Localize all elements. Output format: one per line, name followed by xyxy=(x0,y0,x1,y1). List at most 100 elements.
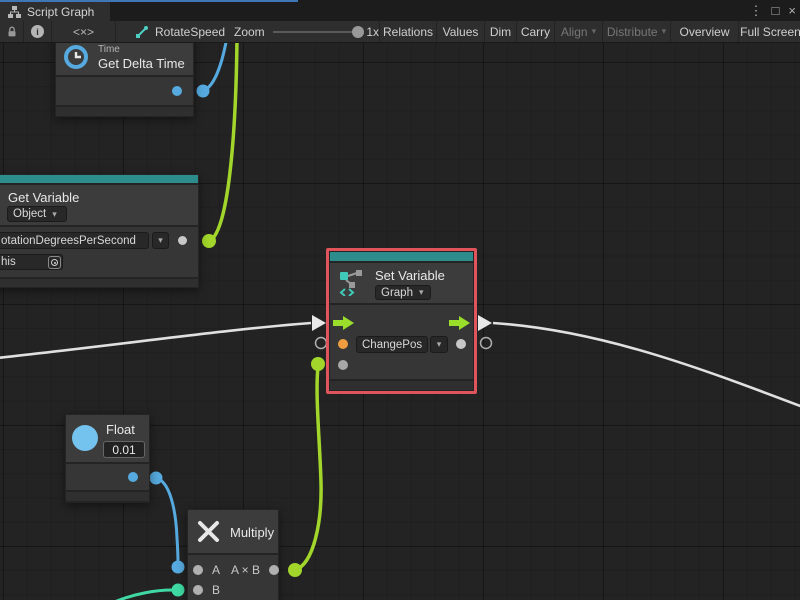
dim-label: Dim xyxy=(490,25,511,39)
variable-name-dropdown-button[interactable]: ▾ xyxy=(430,336,448,353)
value-output-port[interactable] xyxy=(178,236,187,245)
window-close-icon[interactable]: × xyxy=(788,3,796,18)
value-input-port[interactable] xyxy=(338,360,348,370)
variable-scope-dropdown[interactable]: Graph ▾ xyxy=(375,285,431,300)
wire-endpoint-dot[interactable] xyxy=(202,234,216,248)
graph-asset-icon xyxy=(135,25,149,39)
wire-endpoint-dot[interactable] xyxy=(150,472,163,485)
relations-button[interactable]: Relations xyxy=(380,21,437,42)
zoom-slider-handle[interactable] xyxy=(352,26,364,38)
node-header[interactable]: Get Variable Object ▾ xyxy=(0,185,198,225)
wire-flow-out[interactable] xyxy=(493,323,800,407)
variable-name-field[interactable]: otationDegreesPerSecond xyxy=(0,232,149,249)
unconnected-port-ring[interactable] xyxy=(316,338,327,349)
input-port-a[interactable] xyxy=(193,565,203,575)
scope-value: Graph xyxy=(381,287,413,299)
tab-script-graph[interactable]: Script Graph xyxy=(0,2,110,21)
values-label: Values xyxy=(443,25,479,39)
window-maximize-icon[interactable]: □ xyxy=(772,3,780,18)
wire-float-value[interactable] xyxy=(156,478,178,564)
node-footer xyxy=(330,381,473,390)
node-category: Time xyxy=(98,44,120,55)
node-header[interactable]: Time Get Delta Time xyxy=(56,43,193,75)
result-output-port[interactable] xyxy=(269,565,279,575)
flow-arrowhead xyxy=(312,315,326,331)
full-screen-button[interactable]: Full Screen xyxy=(739,21,800,42)
wire-flow-in[interactable] xyxy=(0,323,311,358)
wire-endpoint-dot[interactable] xyxy=(288,563,302,577)
value-output-port[interactable] xyxy=(456,339,466,349)
variable-accent-bar xyxy=(330,252,473,261)
wire-endpoint-dot[interactable] xyxy=(172,561,185,574)
wire-endpoint-dot[interactable] xyxy=(311,357,325,371)
align-label: Align xyxy=(561,25,588,39)
script-graph-icon xyxy=(7,5,22,19)
chevron-down-icon: ▾ xyxy=(419,287,424,298)
object-picker-icon[interactable] xyxy=(48,256,61,269)
align-button[interactable]: Align ▾ xyxy=(555,21,603,42)
dim-button[interactable]: Dim xyxy=(485,21,517,42)
float-value-field[interactable]: 0.01 xyxy=(103,441,145,458)
graph-canvas[interactable]: Time Get Delta Time Get Variable Object … xyxy=(0,43,800,600)
info-button[interactable]: i xyxy=(24,21,52,42)
window-menu-icon[interactable]: ⋮ xyxy=(750,3,763,19)
distribute-button[interactable]: Distribute ▾ xyxy=(603,21,671,42)
code-view-button[interactable]: <×> xyxy=(52,21,116,42)
chevron-down-icon: ▾ xyxy=(52,209,57,220)
node-title: Float xyxy=(106,422,135,437)
variable-name-value: ChangePos xyxy=(362,339,422,351)
variable-name-value: otationDegreesPerSecond xyxy=(1,235,136,247)
node-body: otationDegreesPerSecond ▾ his xyxy=(0,227,198,277)
input-port-b[interactable] xyxy=(193,585,203,595)
port-a-label: A xyxy=(212,563,220,577)
wire-endpoint-dot[interactable] xyxy=(172,584,185,597)
values-button[interactable]: Values xyxy=(437,21,485,42)
variable-target-field[interactable]: his xyxy=(0,254,63,270)
graph-toolbar: i <×> RotateSpeed Zoom 1x Relations Valu… xyxy=(0,21,800,43)
variable-accent-bar xyxy=(0,175,198,183)
info-icon: i xyxy=(31,25,44,38)
graph-breadcrumb[interactable]: RotateSpeed xyxy=(116,21,230,42)
flow-input-arrow[interactable] xyxy=(333,316,354,330)
zoom-slider[interactable] xyxy=(273,31,363,33)
chevron-down-icon: ▾ xyxy=(662,26,667,37)
flow-output-arrow[interactable] xyxy=(449,316,470,330)
lock-icon xyxy=(5,25,19,39)
variable-name-input-port[interactable] xyxy=(338,339,348,349)
node-footer xyxy=(0,279,198,287)
lock-button[interactable] xyxy=(0,21,24,42)
value-output-port[interactable] xyxy=(128,472,138,482)
variable-name-dropdown-button[interactable]: ▾ xyxy=(152,232,169,249)
tab-label: Script Graph xyxy=(27,5,94,19)
node-title: Get Variable xyxy=(8,190,79,205)
carry-button[interactable]: Carry xyxy=(517,21,555,42)
port-b-label: B xyxy=(212,583,220,597)
node-header[interactable]: Set Variable Graph ▾ xyxy=(330,263,473,303)
node-header[interactable]: Multiply xyxy=(188,510,278,553)
overview-label: Overview xyxy=(679,25,729,39)
multiply-icon xyxy=(195,518,222,545)
variable-name-field[interactable]: ChangePos xyxy=(356,336,428,353)
value-output-port[interactable] xyxy=(172,86,182,96)
carry-label: Carry xyxy=(521,25,550,39)
wire-delta-time[interactable] xyxy=(203,43,227,91)
relations-label: Relations xyxy=(383,25,433,39)
zoom-control: Zoom 1x xyxy=(230,21,380,42)
float-icon xyxy=(72,425,98,451)
overview-button[interactable]: Overview xyxy=(671,21,739,42)
wire-to-multiply-b[interactable] xyxy=(112,590,172,600)
wire-endpoint-dot[interactable] xyxy=(197,85,210,98)
code-view-icon: <×> xyxy=(73,25,94,39)
node-header[interactable]: Float 0.01 xyxy=(66,415,149,462)
flow-arrowhead xyxy=(478,315,492,331)
node-title: Get Delta Time xyxy=(98,56,185,71)
node-body xyxy=(56,77,193,105)
node-body xyxy=(66,464,149,490)
wire-multiply-result[interactable] xyxy=(295,367,321,570)
node-body: ChangePos ▾ xyxy=(330,305,473,379)
scope-value: Object xyxy=(13,208,46,220)
unconnected-port-ring[interactable] xyxy=(481,338,492,349)
node-footer xyxy=(66,492,149,501)
variable-scope-dropdown[interactable]: Object ▾ xyxy=(7,206,67,222)
wire-get-variable[interactable] xyxy=(209,43,237,241)
